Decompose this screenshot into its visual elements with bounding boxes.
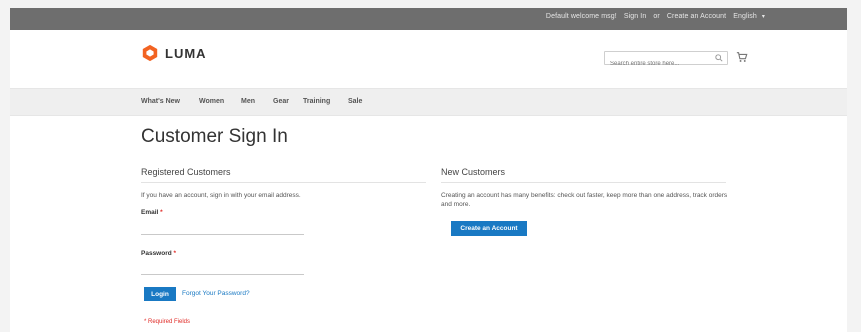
registered-intro-text: If you have an account, sign in with you… (141, 192, 301, 199)
cart-icon[interactable] (736, 51, 748, 63)
welcome-message: Default welcome msg! (545, 13, 617, 20)
required-asterisk: * (173, 250, 177, 257)
new-customers-title: New Customers (441, 167, 506, 177)
logo-text: LUMA (165, 45, 207, 61)
nav-item-men[interactable]: Men (241, 98, 255, 105)
search-icon[interactable] (715, 54, 723, 62)
header-links: Default welcome msg! Sign In or Create a… (546, 13, 765, 20)
store-logo[interactable]: LUMA (141, 44, 207, 62)
password-field[interactable] (141, 263, 304, 275)
nav-item-whats-new[interactable]: What's New (141, 98, 180, 105)
nav-item-women[interactable]: Women (199, 98, 224, 105)
or-text: or (653, 13, 660, 20)
search-box (604, 51, 728, 70)
nav-item-training[interactable]: Training (303, 98, 330, 105)
language-label: English (733, 13, 757, 20)
section-divider (441, 182, 726, 183)
chevron-down-icon: ▾ (761, 14, 765, 20)
search-input[interactable] (605, 58, 714, 70)
password-label: Password * (141, 250, 176, 257)
required-fields-note: * Required Fields (144, 319, 191, 325)
nav-item-sale[interactable]: Sale (348, 98, 362, 105)
nav-item-gear[interactable]: Gear (273, 98, 289, 105)
page-title: Customer Sign In (141, 126, 288, 147)
top-header-bar: Default welcome msg! Sign In or Create a… (10, 8, 847, 30)
email-field[interactable] (141, 223, 304, 235)
browser-viewport: Default welcome msg! Sign In or Create a… (10, 8, 847, 332)
email-label: Email * (141, 209, 163, 216)
registered-customers-title: Registered Customers (141, 167, 231, 177)
luma-logo-icon (142, 44, 158, 62)
password-label-text: Password (141, 250, 172, 257)
sign-in-link[interactable]: Sign In (624, 13, 647, 20)
required-asterisk: * (160, 209, 163, 216)
email-label-text: Email (141, 209, 159, 216)
new-customers-text: Creating an account has many benefits: c… (441, 192, 728, 208)
language-switcher[interactable]: English ▾ (733, 13, 765, 20)
main-navigation: What's New Women Men Gear Training Sale (10, 88, 847, 116)
section-divider (141, 182, 426, 183)
create-account-button[interactable]: Create an Account (451, 221, 527, 236)
create-account-link[interactable]: Create an Account (667, 13, 726, 20)
login-button[interactable]: Login (144, 287, 176, 301)
forgot-password-link[interactable]: Forgot Your Password? (182, 290, 250, 297)
